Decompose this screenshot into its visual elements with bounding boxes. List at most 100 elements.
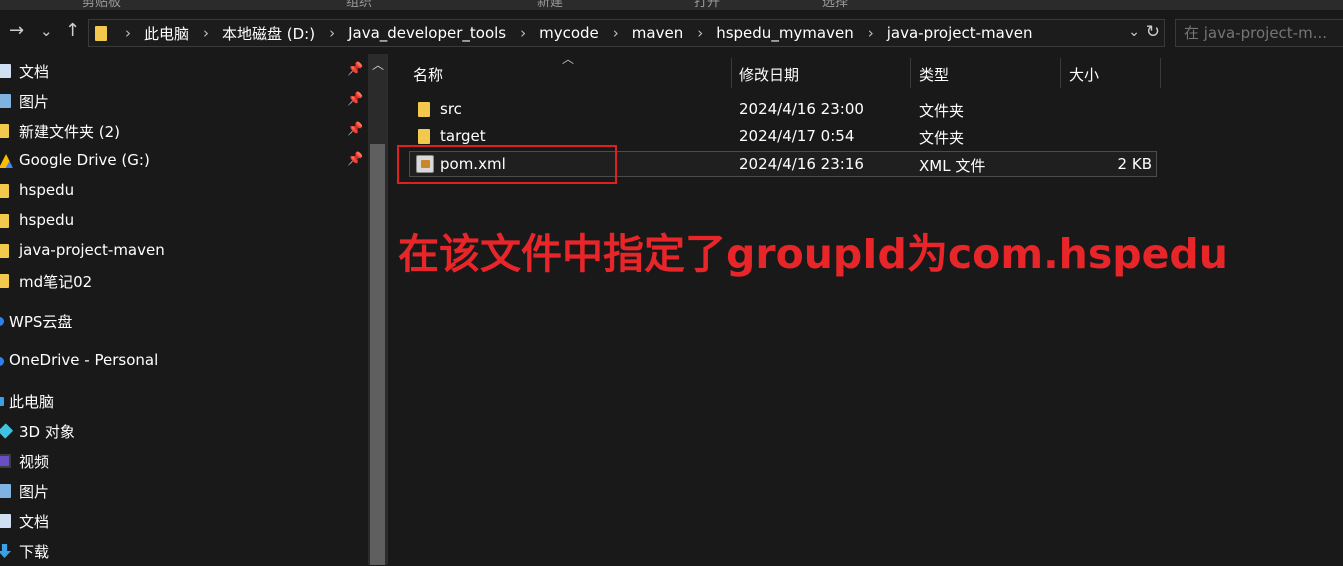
ribbon-label-select: 选择 <box>822 0 849 10</box>
sidebar-item-this-pc[interactable]: 此电脑 <box>0 386 366 416</box>
refresh-icon[interactable]: ↻ <box>1146 22 1160 42</box>
scrollbar-thumb[interactable] <box>370 144 385 565</box>
sidebar-item-label: WPS云盘 <box>9 313 73 331</box>
folder-icon <box>0 184 9 198</box>
breadcrumb-mycode[interactable]: mycode <box>539 24 599 42</box>
breadcrumb-separator[interactable]: › <box>868 24 874 42</box>
sidebar-item-label: Google Drive (G:) <box>19 151 150 169</box>
sidebar-item-videos[interactable]: 视频 <box>0 446 366 476</box>
cloud-icon <box>0 317 4 326</box>
sidebar-item-label: OneDrive - Personal <box>9 351 159 369</box>
download-icon <box>0 544 11 558</box>
breadcrumb-java-developer-tools[interactable]: Java_developer_tools <box>348 24 506 42</box>
ribbon-label-new: 新建 <box>537 0 564 10</box>
ribbon-label-organize: 组织 <box>346 0 373 10</box>
sidebar-item-label: 3D 对象 <box>19 423 75 441</box>
sidebar-item-documents[interactable]: 文档 <box>0 506 366 536</box>
sidebar-item-3d-objects[interactable]: 3D 对象 <box>0 416 366 446</box>
navigation-bar: → ⌄ ↑ › 此电脑 › 本地磁盘 (D:) › Java_developer… <box>0 10 1343 54</box>
column-header-label: 名称 <box>413 66 444 84</box>
sidebar-item-label: 新建文件夹 (2) <box>19 123 121 141</box>
breadcrumb-separator[interactable]: › <box>520 24 526 42</box>
sidebar-item-new-folder-2[interactable]: 新建文件夹 (2) 📌 <box>0 116 366 146</box>
breadcrumb-hspedu-mymaven[interactable]: hspedu_mymaven <box>716 24 854 42</box>
pictures-icon <box>0 484 11 498</box>
sidebar-item-label: 图片 <box>19 93 50 111</box>
breadcrumb-maven[interactable]: maven <box>632 24 683 42</box>
pictures-icon <box>0 94 11 108</box>
sidebar-item-documents[interactable]: 文档 📌 <box>0 56 366 86</box>
column-divider[interactable] <box>1060 58 1061 88</box>
folder-icon <box>0 274 9 288</box>
video-icon <box>0 454 11 468</box>
file-type: XML 文件 <box>919 157 986 175</box>
sidebar-item-label: 文档 <box>19 63 50 81</box>
sidebar-item-label: hspedu <box>19 181 75 199</box>
google-drive-icon <box>0 154 13 168</box>
column-divider[interactable] <box>1160 58 1161 88</box>
breadcrumb: › 此电脑 › 本地磁盘 (D:) › Java_developer_tools… <box>115 20 1032 46</box>
pin-icon[interactable]: 📌 <box>347 122 363 137</box>
pin-icon[interactable]: 📌 <box>347 62 363 77</box>
address-dropdown-chevron-icon[interactable]: ⌄ <box>1128 24 1140 40</box>
sidebar-scrollbar[interactable]: ︿ <box>368 54 387 565</box>
sidebar-item-label: 视频 <box>19 453 50 471</box>
sidebar-item-pictures[interactable]: 图片 📌 <box>0 86 366 116</box>
breadcrumb-separator[interactable]: › <box>329 24 335 42</box>
file-type: 文件夹 <box>919 102 965 120</box>
address-bar[interactable]: › 此电脑 › 本地磁盘 (D:) › Java_developer_tools… <box>88 19 1165 47</box>
sidebar-item-pictures[interactable]: 图片 <box>0 476 366 506</box>
column-header-type[interactable]: 类型 <box>919 58 1059 88</box>
breadcrumb-local-disk[interactable]: 本地磁盘 (D:) <box>222 23 315 44</box>
folder-icon <box>0 124 9 138</box>
breadcrumb-separator[interactable]: › <box>613 24 619 42</box>
pin-icon[interactable]: 📌 <box>347 152 363 167</box>
3d-objects-icon <box>0 423 14 439</box>
column-header-modified[interactable]: 修改日期 <box>739 58 909 88</box>
sidebar-item-hspedu[interactable]: hspedu <box>0 176 366 206</box>
up-arrow-icon[interactable]: ↑ <box>65 22 80 40</box>
sidebar-item-label: 此电脑 <box>9 393 55 411</box>
sidebar-item-onedrive[interactable]: OneDrive - Personal <box>0 346 366 376</box>
file-modified: 2024/4/17 0:54 <box>739 127 855 145</box>
column-header-label: 类型 <box>919 66 950 84</box>
sidebar-item-hspedu[interactable]: hspedu <box>0 206 366 236</box>
computer-icon <box>0 397 4 406</box>
sidebar-item-downloads[interactable]: 下载 <box>0 536 366 566</box>
column-header-size[interactable]: 大小 <box>1069 58 1159 88</box>
breadcrumb-separator: › <box>125 24 131 42</box>
folder-icon <box>418 129 430 144</box>
file-list: ︿ 名称 修改日期 类型 大小 src 2024/4/16 23:00 文件夹 … <box>388 52 1343 565</box>
sidebar-item-label: 下载 <box>19 543 50 561</box>
breadcrumb-this-pc[interactable]: 此电脑 <box>144 23 189 44</box>
folder-icon <box>0 244 9 258</box>
ribbon-group-labels: 剪贴板 组织 新建 打开 选择 <box>0 0 1343 10</box>
search-box[interactable] <box>1175 19 1343 47</box>
recent-locations-chevron-icon[interactable]: ⌄ <box>40 22 53 40</box>
breadcrumb-separator[interactable]: › <box>697 24 703 42</box>
document-icon <box>0 64 11 78</box>
file-name: src <box>440 100 462 118</box>
ribbon-label-open: 打开 <box>694 0 721 10</box>
scroll-up-chevron-icon[interactable]: ︿ <box>372 56 384 73</box>
column-divider[interactable] <box>731 58 732 88</box>
file-size: 2 KB <box>1117 155 1152 173</box>
column-header-name[interactable]: 名称 <box>413 58 731 88</box>
sidebar-item-md-notes-02[interactable]: md笔记02 <box>0 266 366 296</box>
search-input[interactable] <box>1184 23 1343 43</box>
column-divider[interactable] <box>910 58 911 88</box>
annotation-text: 在该文件中指定了groupId为com.hspedu <box>398 230 1228 278</box>
breadcrumb-separator[interactable]: › <box>203 24 209 42</box>
folder-icon <box>0 214 9 228</box>
file-row[interactable]: src 2024/4/16 23:00 文件夹 <box>409 97 1157 123</box>
file-modified: 2024/4/16 23:16 <box>739 155 864 173</box>
onedrive-icon <box>0 357 4 366</box>
sidebar-item-wps-cloud[interactable]: WPS云盘 <box>0 306 366 336</box>
sidebar-item-label: md笔记02 <box>19 273 93 291</box>
breadcrumb-java-project-maven[interactable]: java-project-maven <box>887 24 1033 42</box>
forward-arrow-icon[interactable]: → <box>9 22 24 40</box>
sidebar-item-google-drive[interactable]: Google Drive (G:) 📌 <box>0 146 366 176</box>
pin-icon[interactable]: 📌 <box>347 92 363 107</box>
folder-icon <box>418 102 430 117</box>
sidebar-item-java-project-maven[interactable]: java-project-maven <box>0 236 366 266</box>
